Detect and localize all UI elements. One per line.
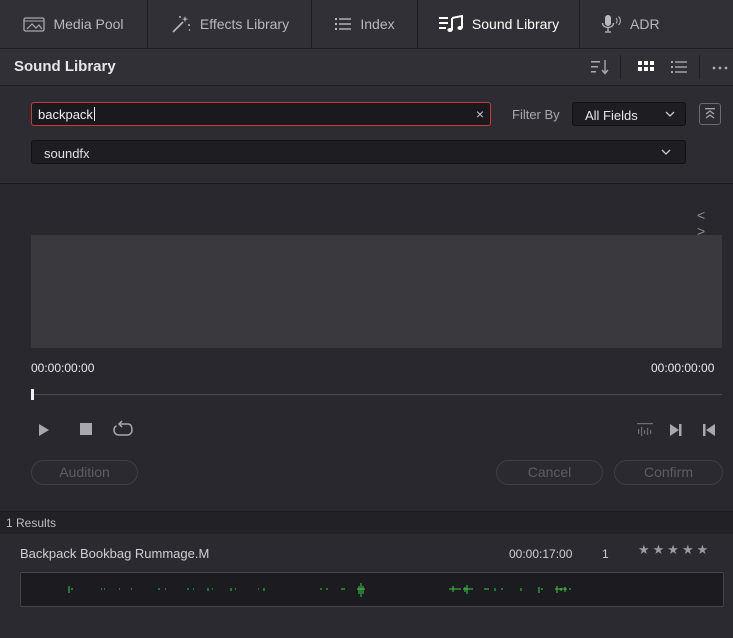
result-waveform[interactable] xyxy=(20,572,724,607)
collapse-search-button[interactable] xyxy=(699,103,721,125)
filter-by-label: Filter By xyxy=(512,107,560,122)
sound-library-icon xyxy=(438,15,463,32)
results-count-bar: 1 Results xyxy=(0,511,733,535)
microphone-icon xyxy=(601,15,621,33)
sound-library-dropdown[interactable]: soundfx xyxy=(31,140,686,164)
filter-by-dropdown[interactable]: All Fields xyxy=(572,102,686,126)
clear-search-icon[interactable]: × xyxy=(476,106,484,122)
header-divider xyxy=(620,55,621,79)
tab-adr[interactable]: ADR xyxy=(580,0,733,48)
tab-sound-library[interactable]: Sound Library xyxy=(418,0,580,48)
waveform-zoom-icon[interactable] xyxy=(636,420,654,438)
collapse-icon xyxy=(705,108,715,119)
playhead[interactable] xyxy=(31,389,34,400)
cancel-button[interactable]: Cancel xyxy=(496,460,603,485)
audition-button[interactable]: Audition xyxy=(31,460,138,485)
chevron-down-icon xyxy=(661,149,671,155)
scrubber-track[interactable] xyxy=(31,394,722,395)
stop-icon[interactable] xyxy=(79,422,93,436)
timecode-end: 00:00:00:00 xyxy=(651,361,715,375)
tab-index-label: Index xyxy=(360,16,395,32)
tab-effects-library-label: Effects Library xyxy=(199,16,290,32)
panel-tab-bar: Media Pool Effects Library Index Sound L… xyxy=(0,0,733,49)
timecode-start: 00:00:00:00 xyxy=(31,361,95,375)
effects-wand-icon xyxy=(172,16,191,33)
result-duration: 00:00:17:00 xyxy=(509,547,573,561)
tab-effects-library[interactable]: Effects Library xyxy=(148,0,312,48)
confirm-button[interactable]: Confirm xyxy=(614,460,723,485)
more-options-icon[interactable] xyxy=(711,58,731,76)
result-count: 1 xyxy=(602,547,609,561)
panel-header: Sound Library xyxy=(0,49,733,86)
tab-sound-library-label: Sound Library xyxy=(471,16,560,32)
list-view-icon[interactable] xyxy=(670,58,688,76)
tab-index[interactable]: Index xyxy=(312,0,418,48)
results-count: 1 Results xyxy=(6,516,57,530)
sound-library-value: soundfx xyxy=(44,146,90,161)
result-clip-name[interactable]: Backpack Bookbag Rummage.M xyxy=(20,546,209,561)
search-panel xyxy=(0,86,733,184)
play-icon[interactable] xyxy=(37,423,51,437)
jump-to-start-icon[interactable] xyxy=(701,423,717,437)
panel-title: Sound Library xyxy=(14,58,116,75)
grid-view-icon[interactable] xyxy=(637,58,655,76)
waveform-viewer xyxy=(31,235,722,348)
tab-media-pool-label: Media Pool xyxy=(53,16,124,32)
rating-stars[interactable]: ★★★★★ xyxy=(638,542,711,558)
header-divider xyxy=(699,55,700,79)
loop-icon[interactable] xyxy=(112,419,134,439)
jump-to-end-icon[interactable] xyxy=(668,423,684,437)
index-list-icon xyxy=(335,18,352,30)
filter-by-value: All Fields xyxy=(585,108,638,123)
sort-icon[interactable] xyxy=(590,58,610,76)
media-pool-icon xyxy=(23,17,46,32)
search-input[interactable]: backpack × xyxy=(31,102,491,126)
tab-adr-label: ADR xyxy=(630,16,660,32)
chevron-down-icon xyxy=(665,111,675,117)
waveform-graphic xyxy=(68,583,571,597)
tab-media-pool[interactable]: Media Pool xyxy=(0,0,148,48)
search-input-value: backpack xyxy=(38,107,93,122)
